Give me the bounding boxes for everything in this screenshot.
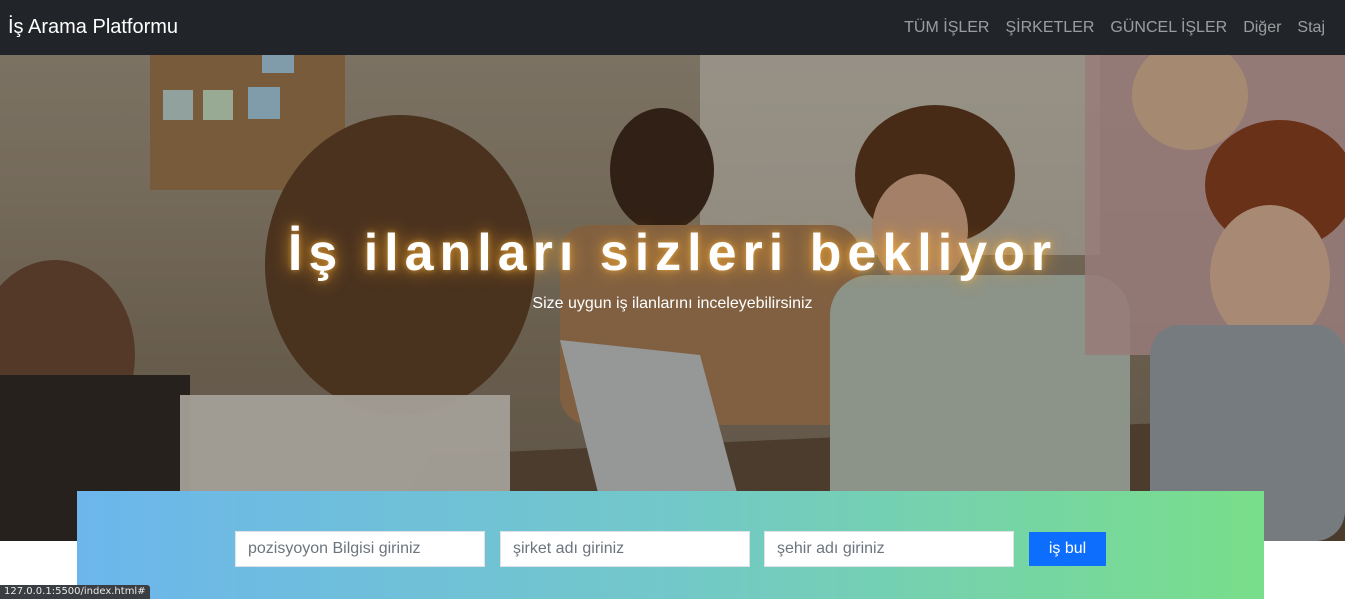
nav-link-other[interactable]: Diğer xyxy=(1235,0,1289,55)
search-panel: iş bul xyxy=(77,491,1264,599)
brand-link[interactable]: İş Arama Platformu xyxy=(8,15,178,39)
hero-section: İş ilanları sizleri bekliyor Size uygun … xyxy=(0,55,1345,541)
nav-link-companies[interactable]: ŞİRKETLER xyxy=(997,0,1102,55)
hero-title: İş ilanları sizleri bekliyor xyxy=(287,224,1058,282)
status-url-tooltip: 127.0.0.1:5500/index.html# xyxy=(0,585,150,599)
city-search-input[interactable] xyxy=(764,531,1014,567)
nav-link-internship[interactable]: Staj xyxy=(1289,0,1325,55)
nav-link-all-jobs[interactable]: TÜM İŞLER xyxy=(896,0,997,55)
find-job-button[interactable]: iş bul xyxy=(1029,532,1106,566)
top-navbar: İş Arama Platformu TÜM İŞLER ŞİRKETLER G… xyxy=(0,0,1345,55)
nav-link-current-jobs[interactable]: GÜNCEL İŞLER xyxy=(1102,0,1235,55)
nav-links: TÜM İŞLER ŞİRKETLER GÜNCEL İŞLER Diğer S… xyxy=(896,0,1325,55)
hero-subtitle: Size uygun iş ilanlarını inceleyebilirsi… xyxy=(532,295,813,312)
company-search-input[interactable] xyxy=(500,531,750,567)
position-search-input[interactable] xyxy=(235,531,485,567)
